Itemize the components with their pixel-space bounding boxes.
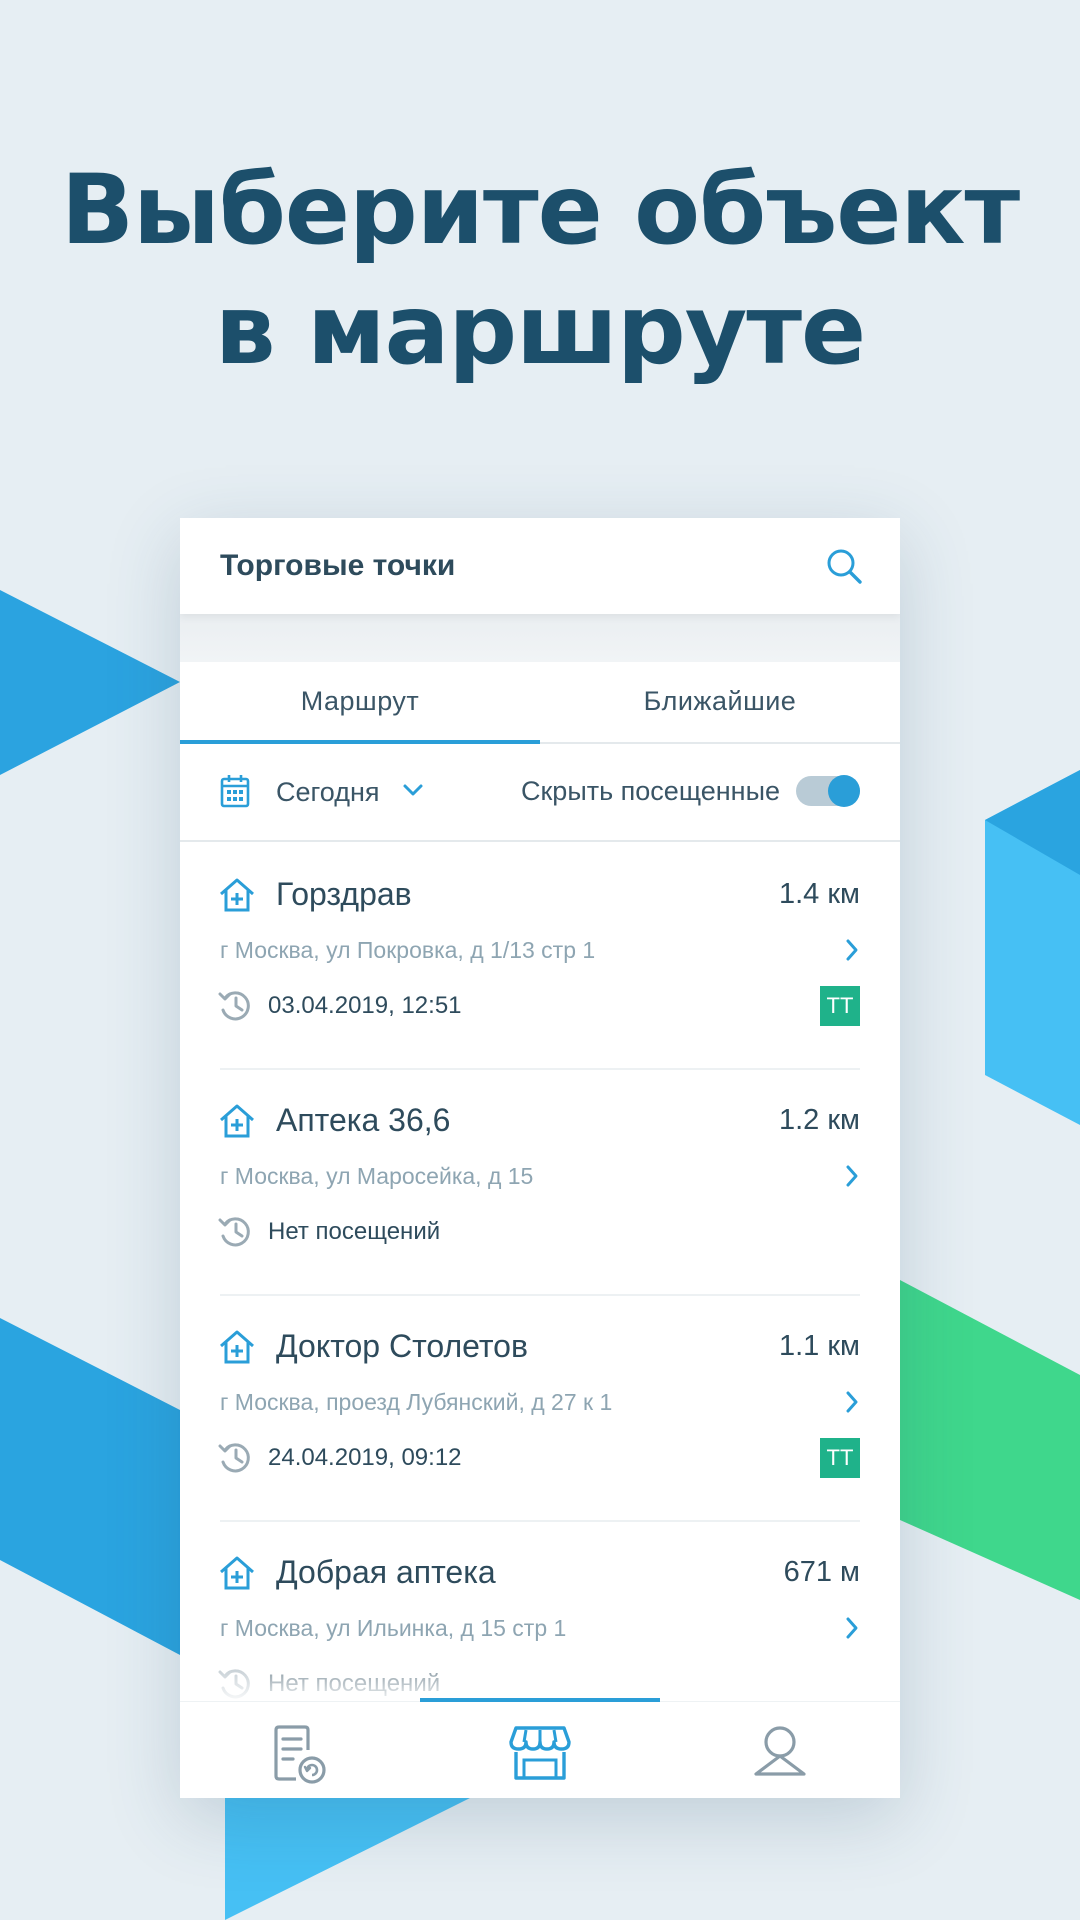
nav-outlets[interactable]	[420, 1702, 660, 1798]
headline-line-1: Выберите объект	[60, 154, 1020, 266]
history-icon	[218, 1669, 250, 1699]
phone-screen: Торговые точки Маршрут Ближайшие Сегодня	[180, 518, 900, 1798]
outlet-address: г Москва, ул Маросейка, д 15	[220, 1163, 534, 1189]
pharmacy-house-icon	[220, 1556, 254, 1590]
bottom-navigation	[180, 1698, 900, 1798]
chevron-right-icon[interactable]	[844, 1164, 860, 1188]
outlet-name: Доктор Столетов	[276, 1328, 528, 1364]
outlet-address: г Москва, ул Ильинка, д 15 стр 1	[220, 1615, 567, 1641]
history-icon	[218, 991, 250, 1021]
outlet-distance: 1.1 км	[779, 1330, 860, 1362]
outlet-address: г Москва, ул Покровка, д 1/13 стр 1	[220, 937, 596, 963]
list-item[interactable]: Аптека 36,6 1.2 км г Москва, ул Маросейк…	[180, 1068, 900, 1294]
last-visit: Нет посещений	[268, 1670, 441, 1697]
headline: Выберите объект в маршруте	[0, 150, 1080, 390]
chevron-right-icon[interactable]	[844, 938, 860, 962]
list-item[interactable]: Горздрав 1.4 км г Москва, ул Покровка, д…	[180, 842, 900, 1068]
nav-reports[interactable]	[180, 1702, 420, 1798]
toggle-knob	[828, 775, 860, 807]
outlet-name: Аптека 36,6	[276, 1102, 451, 1138]
calendar-icon[interactable]	[220, 774, 250, 808]
outlet-name: Горздрав	[276, 876, 412, 912]
status-badge: ТТ	[820, 1438, 860, 1478]
outlet-distance: 1.2 км	[779, 1104, 860, 1136]
chevron-right-icon[interactable]	[844, 1390, 860, 1414]
search-button[interactable]	[824, 546, 864, 586]
history-icon	[218, 1443, 250, 1473]
last-visit: Нет посещений	[268, 1218, 441, 1245]
outlet-name: Добрая аптека	[276, 1554, 496, 1590]
date-selector[interactable]: Сегодня	[276, 744, 379, 840]
status-badge: ТТ	[820, 986, 860, 1026]
history-icon	[218, 1217, 250, 1247]
outlet-distance: 1.4 км	[779, 878, 860, 910]
nav-profile[interactable]	[660, 1702, 900, 1798]
report-icon	[274, 1725, 326, 1784]
pharmacy-house-icon	[220, 1104, 254, 1138]
profile-icon	[754, 1726, 806, 1776]
last-visit: 24.04.2019, 09:12	[268, 1444, 462, 1471]
outlet-list: Горздрав 1.4 км г Москва, ул Покровка, д…	[180, 842, 900, 1746]
list-item[interactable]: Доктор Столетов 1.1 км г Москва, проезд …	[180, 1294, 900, 1520]
store-icon	[509, 1726, 571, 1780]
pharmacy-house-icon	[220, 878, 254, 912]
pharmacy-house-icon	[220, 1330, 254, 1364]
outlet-distance: 671 м	[783, 1556, 860, 1588]
hide-visited-toggle[interactable]	[796, 775, 860, 807]
hide-visited-label: Скрыть посещенные	[521, 776, 780, 806]
filter-bar: Сегодня Скрыть посещенные	[180, 744, 900, 842]
search-icon	[827, 549, 862, 584]
chevron-right-icon[interactable]	[844, 1616, 860, 1640]
spacer	[180, 614, 900, 662]
tab-bar: Маршрут Ближайшие	[180, 662, 900, 744]
tab-route[interactable]: Маршрут	[180, 662, 540, 742]
chevron-down-icon[interactable]	[402, 782, 424, 798]
page-title: Торговые точки	[220, 549, 456, 582]
app-bar: Торговые точки	[180, 518, 900, 614]
last-visit: 03.04.2019, 12:51	[268, 992, 462, 1019]
tab-nearby[interactable]: Ближайшие	[540, 662, 900, 742]
headline-line-2: в маршруте	[214, 274, 866, 386]
outlet-address: г Москва, проезд Лубянский, д 27 к 1	[220, 1389, 613, 1415]
